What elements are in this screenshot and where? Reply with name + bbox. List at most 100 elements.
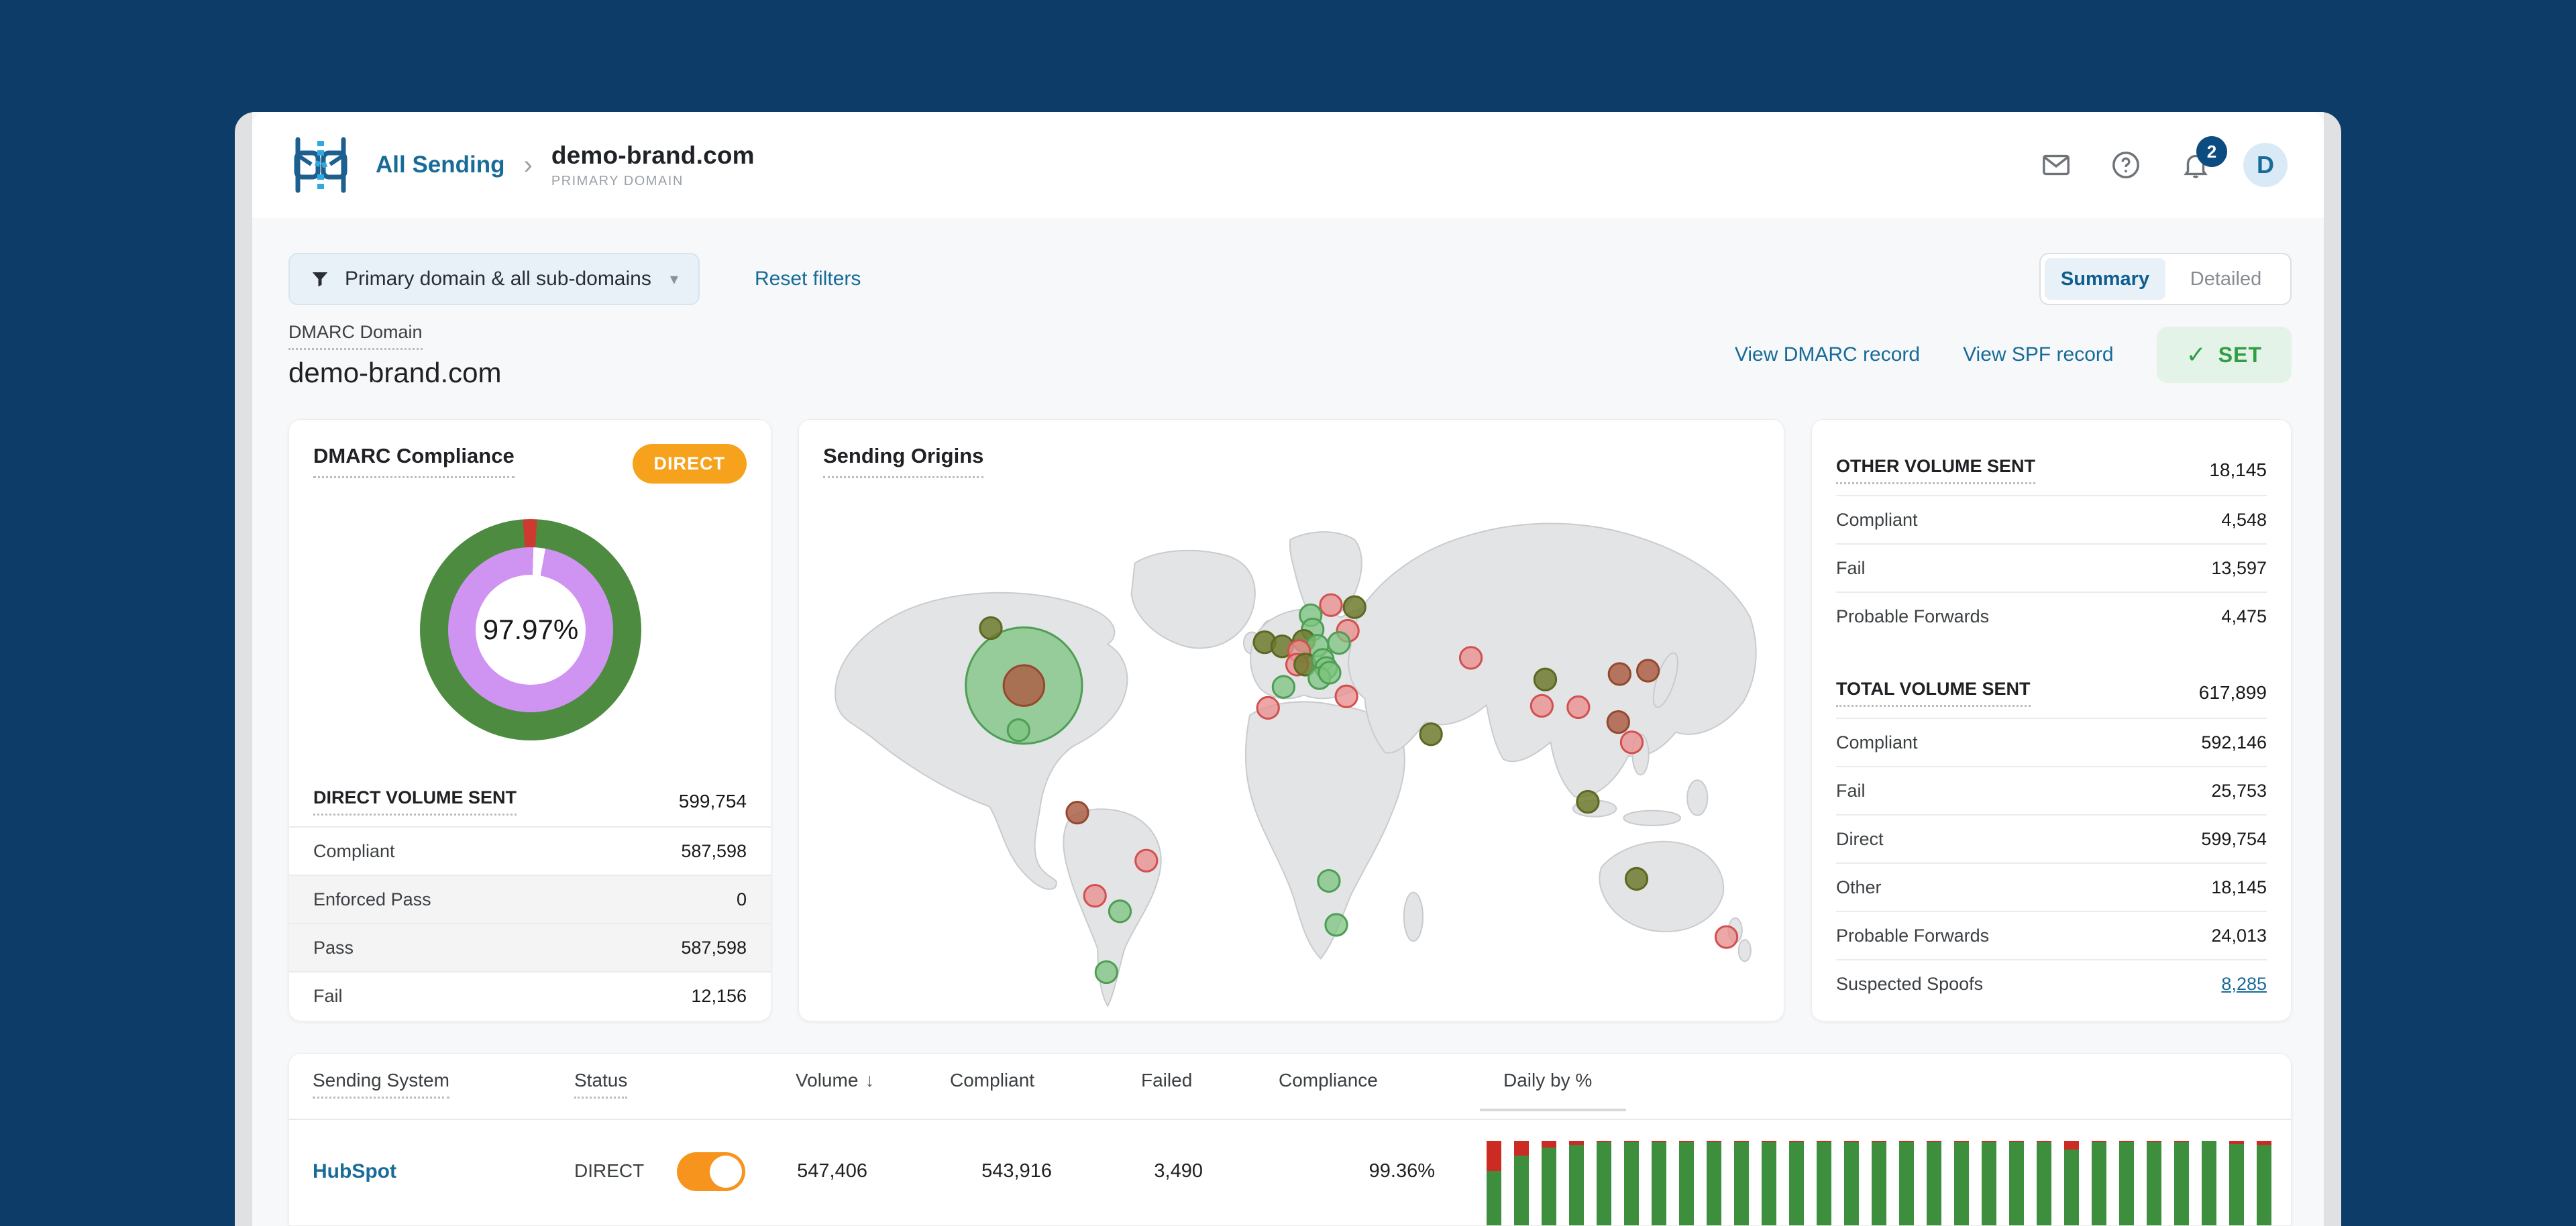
daily-compliance-bar-chart[interactable] [1487, 1141, 2271, 1225]
daily-bar[interactable] [2119, 1141, 2134, 1225]
notification-count-badge[interactable]: 2 [2196, 136, 2227, 167]
view-dmarc-record-link[interactable]: View DMARC record [1735, 343, 1920, 366]
col-compliance[interactable]: Compliance [1279, 1070, 1378, 1091]
daily-bar[interactable] [2147, 1141, 2161, 1225]
dmarc-set-status-button[interactable]: ✓ SET [2156, 327, 2292, 383]
user-avatar[interactable]: D [2243, 143, 2288, 187]
daily-bar[interactable] [1514, 1141, 1529, 1225]
scope-filter-dropdown[interactable]: Primary domain & all sub-domains ▾ [288, 253, 700, 305]
daily-bar[interactable] [1844, 1141, 1859, 1225]
brand-logo-icon[interactable] [288, 133, 353, 197]
origin-dot[interactable] [1134, 848, 1159, 873]
daily-bar[interactable] [1487, 1141, 1501, 1225]
stat-row: Compliant 592,146 [1836, 718, 2267, 766]
origin-dot[interactable] [1094, 960, 1118, 985]
breadcrumb-root[interactable]: All Sending [376, 152, 505, 178]
origin-dot[interactable] [1458, 646, 1483, 670]
origin-dot[interactable] [1606, 710, 1630, 734]
daily-bar[interactable] [1927, 1141, 1941, 1225]
daily-bar-compliant [1844, 1141, 1859, 1225]
daily-bar[interactable] [2174, 1141, 2189, 1225]
daily-bar[interactable] [1954, 1141, 1969, 1225]
origin-dot[interactable] [1324, 913, 1348, 937]
table-header-row: Sending System Status Volume ↓ Compliant … [289, 1054, 2291, 1119]
origin-dot[interactable] [1624, 867, 1649, 891]
daily-bar[interactable] [2092, 1141, 2106, 1225]
enforcement-toggle[interactable] [677, 1152, 745, 1191]
origin-dot[interactable] [979, 616, 1003, 640]
stat-value: 4,548 [2221, 509, 2267, 530]
daily-bar[interactable] [1899, 1141, 1914, 1225]
origin-dot[interactable] [1619, 730, 1644, 755]
tab-summary[interactable]: Summary [2045, 258, 2165, 300]
origin-dot[interactable] [1529, 693, 1554, 718]
sending-system-link[interactable]: HubSpot [313, 1160, 396, 1183]
origin-dot[interactable] [1317, 869, 1341, 893]
col-failed[interactable]: Failed [1141, 1070, 1192, 1091]
daily-col-underline [1480, 1109, 1626, 1111]
tab-detailed[interactable]: Detailed [2165, 258, 2286, 300]
sending-origins-card: Sending Origins [798, 419, 1784, 1021]
origin-dot[interactable] [1319, 593, 1343, 617]
daily-bar[interactable] [1762, 1141, 1776, 1225]
world-map[interactable] [811, 499, 1773, 1013]
dmarc-domain-value: demo-brand.com [288, 357, 502, 388]
notifications-bell-icon[interactable]: 2 [2180, 136, 2227, 180]
daily-bar[interactable] [2037, 1141, 2051, 1225]
origin-dot[interactable] [1342, 595, 1366, 619]
daily-bar[interactable] [1652, 1141, 1666, 1225]
daily-bar-compliant [1982, 1141, 1996, 1225]
origin-dot[interactable] [1607, 662, 1631, 686]
origin-dot[interactable] [1533, 667, 1558, 691]
reset-filters-link[interactable]: Reset filters [755, 268, 861, 290]
dashboard: All Sending › demo-brand.com PRIMARY DOM… [0, 0, 2576, 1226]
col-daily-by-pct[interactable]: Daily by % [1503, 1070, 1592, 1091]
origin-dot[interactable] [1083, 883, 1107, 908]
origin-dot[interactable] [1065, 801, 1089, 825]
origin-dot[interactable] [1256, 695, 1280, 720]
section-header-label: TOTAL VOLUME SENT [1836, 679, 2031, 707]
origin-dot[interactable] [1327, 631, 1351, 655]
origin-dot[interactable] [1108, 899, 1132, 924]
daily-bar[interactable] [2229, 1141, 2244, 1225]
col-sending-system[interactable]: Sending System [313, 1070, 449, 1099]
daily-bar[interactable] [1569, 1141, 1584, 1225]
daily-bar-compliant [2119, 1141, 2134, 1225]
daily-bar[interactable] [2009, 1141, 2024, 1225]
daily-bar[interactable] [1817, 1141, 1831, 1225]
origin-dot[interactable] [1636, 659, 1660, 683]
origin-dot[interactable] [1419, 722, 1443, 746]
suspected-spoofs-link[interactable]: 8,285 [2221, 974, 2267, 995]
compliance-donut-chart[interactable]: 97.97% [420, 519, 641, 740]
daily-bar[interactable] [2064, 1141, 2079, 1225]
daily-bar[interactable] [2202, 1141, 2216, 1225]
origin-dot[interactable] [1566, 695, 1591, 720]
col-status[interactable]: Status [574, 1070, 628, 1099]
col-volume[interactable]: Volume ↓ [796, 1070, 874, 1091]
stat-label: Compliant [313, 840, 395, 861]
origin-dot[interactable] [1576, 789, 1600, 814]
daily-bar[interactable] [1597, 1141, 1611, 1225]
daily-bar[interactable] [1789, 1141, 1804, 1225]
col-compliant[interactable]: Compliant [950, 1070, 1034, 1091]
view-spf-record-link[interactable]: View SPF record [1963, 343, 2114, 366]
daily-bar[interactable] [2257, 1141, 2271, 1225]
compliance-percent: 97.97% [482, 614, 579, 645]
daily-bar[interactable] [1679, 1141, 1694, 1225]
origin-bubble-core[interactable] [1002, 664, 1046, 707]
stat-value: 599,754 [2201, 828, 2267, 849]
daily-bar[interactable] [1734, 1141, 1749, 1225]
daily-bar[interactable] [1872, 1141, 1886, 1225]
origin-dot[interactable] [1006, 718, 1030, 742]
origin-dot[interactable] [1714, 925, 1739, 949]
mail-icon[interactable] [2041, 150, 2072, 180]
set-status-label: SET [2218, 342, 2262, 367]
help-icon[interactable] [2110, 150, 2141, 180]
origin-dot[interactable] [1318, 661, 1342, 685]
daily-bar[interactable] [1542, 1141, 1556, 1225]
origin-dot[interactable] [1334, 684, 1358, 708]
daily-bar[interactable] [1982, 1141, 1996, 1225]
daily-bar[interactable] [1624, 1141, 1639, 1225]
daily-bar[interactable] [1707, 1141, 1721, 1225]
origin-dot[interactable] [1271, 675, 1296, 699]
